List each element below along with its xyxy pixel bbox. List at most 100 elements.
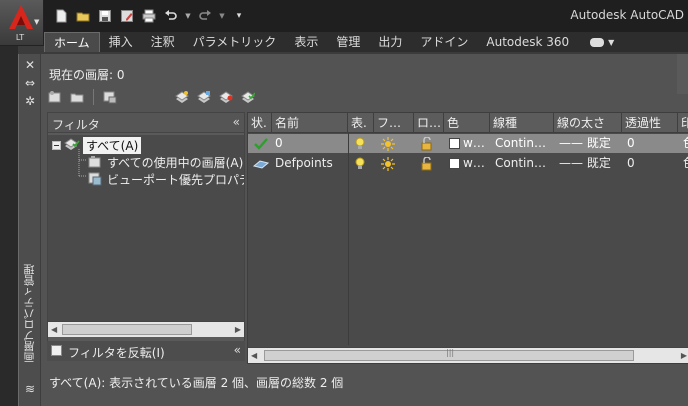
layer-toolbar	[174, 88, 256, 106]
invert-filter-row: フィルタを反転(I) «	[47, 341, 245, 361]
redo-icon[interactable]	[196, 7, 214, 25]
layer-color[interactable]: w…	[446, 134, 490, 153]
customize-icon[interactable]: ▾	[230, 7, 248, 25]
layer-count-status: すべて(A): 表示されている画層 2 個、画層の総数 2 個	[49, 376, 344, 390]
column-header-color[interactable]: 色	[444, 113, 490, 133]
filter-tree-node-label: すべての使用中の画層(A)	[107, 155, 244, 170]
scroll-right-icon[interactable]: ▶	[681, 351, 687, 360]
layer-plot-style[interactable]: 色	[680, 134, 688, 153]
layer-color[interactable]: w…	[446, 154, 490, 173]
chevron-down-icon: ▼	[34, 18, 40, 26]
auto-hide-icon[interactable]: ⇔	[23, 76, 37, 90]
collapse-filter-panel-icon[interactable]: «	[233, 115, 240, 129]
drawing-area-edge	[0, 46, 18, 406]
filter-panel-header: フィルタ «	[48, 113, 244, 133]
application-menu-button[interactable]: LT ▼	[0, 0, 44, 46]
chevron-down-icon[interactable]: ▼	[184, 7, 192, 25]
filter-horizontal-scrollbar[interactable]: ◀ ▶	[48, 321, 244, 337]
color-swatch	[449, 158, 460, 169]
layer-lineweight[interactable]: —— 既定	[556, 154, 622, 173]
unlocked-icon[interactable]	[418, 134, 444, 153]
layer-lineweight[interactable]: —— 既定	[556, 134, 622, 153]
column-header-plot-style[interactable]: 印	[678, 113, 688, 133]
layer-status-icon	[250, 154, 272, 173]
new-property-filter-icon[interactable]	[47, 89, 63, 105]
tab-manage[interactable]: 管理	[327, 32, 369, 52]
gear-icon[interactable]: ✲	[23, 94, 37, 108]
scroll-thumb[interactable]	[62, 324, 192, 335]
delete-layer-icon[interactable]	[218, 89, 234, 105]
autocad-window: ▼ ▼ ▾ Autodesk AutoCAD LT ▼ ホーム 挿入 注釈 パラ…	[0, 0, 688, 406]
new-group-filter-icon[interactable]	[69, 89, 85, 105]
filter-tree-node-used[interactable]: すべての使用中の画層(A)	[88, 154, 243, 170]
plot-icon[interactable]	[140, 7, 158, 25]
filter-tree-node-label: ビューポート優先プロパティ	[107, 172, 244, 187]
close-icon[interactable]: ✕	[23, 58, 37, 72]
save-icon[interactable]	[96, 7, 114, 25]
tab-output[interactable]: 出力	[369, 32, 411, 52]
column-header-transparency[interactable]: 透過性	[622, 113, 678, 133]
column-header-status[interactable]: 状.	[248, 113, 272, 133]
sun-thawed-icon[interactable]	[378, 134, 414, 153]
scroll-right-icon[interactable]: ▶	[235, 325, 241, 334]
filter-panel-title: フィルタ	[52, 118, 100, 132]
tab-parametric[interactable]: パラメトリック	[184, 32, 286, 52]
palette-body: 現在の画層: 0 フィルタ « すべて(A) すべての使用中の画層(A) ビュー…	[41, 54, 688, 406]
lightbulb-on-icon[interactable]	[352, 134, 374, 153]
grid-horizontal-scrollbar[interactable]: ◀ ||| ▶	[248, 347, 688, 363]
layer-name[interactable]: Defpoints	[272, 154, 348, 173]
ribbon-minimize-icon	[590, 37, 605, 47]
invert-filter-checkbox[interactable]	[51, 345, 62, 356]
sun-thawed-icon[interactable]	[378, 154, 414, 173]
lightbulb-on-icon[interactable]	[352, 154, 374, 173]
save-as-icon[interactable]	[118, 7, 136, 25]
invert-filter-label[interactable]: フィルタを反転(I)	[68, 344, 165, 361]
collapse-filter-panel-icon[interactable]: «	[234, 343, 241, 357]
filter-tree: すべて(A) すべての使用中の画層(A) ビューポート優先プロパティ	[48, 135, 244, 321]
unlocked-icon[interactable]	[418, 154, 444, 173]
table-row[interactable]: Defpoints w… Contin… —— 既定 0 色	[248, 154, 688, 173]
new-layer-icon[interactable]	[174, 89, 190, 105]
set-current-layer-icon[interactable]	[240, 89, 256, 105]
layer-transparency[interactable]: 0	[624, 134, 678, 153]
viewport-override-icon	[88, 172, 102, 186]
undo-icon[interactable]	[162, 7, 180, 25]
column-header-name[interactable]: 名前	[272, 113, 348, 133]
table-row[interactable]: 0 w… Contin… —— 既定 0 色	[248, 134, 688, 153]
filter-tree-node-viewport[interactable]: ビューポート優先プロパティ	[88, 171, 244, 187]
layer-transparency[interactable]: 0	[624, 154, 678, 173]
column-header-lineweight[interactable]: 線の太さ	[554, 113, 622, 133]
new-vp-frozen-layer-icon[interactable]	[196, 89, 212, 105]
layer-plot-style[interactable]: 色	[680, 154, 688, 173]
tab-autodesk-360[interactable]: Autodesk 360	[477, 32, 578, 52]
tab-insert[interactable]: 挿入	[100, 32, 142, 52]
open-icon[interactable]	[74, 7, 92, 25]
layer-name[interactable]: 0	[272, 134, 348, 153]
layer-linetype[interactable]: Contin…	[492, 134, 554, 153]
ribbon-display-toggle[interactable]: ▼	[578, 32, 614, 52]
color-name: w…	[463, 136, 485, 150]
quick-access-toolbar: ▼ ▼ ▾	[52, 6, 248, 26]
palette-edge-scrollbar[interactable]	[677, 54, 688, 94]
grid-header: 状. 名前 表. フ… ロ… 色 線種 線の太さ 透過性 印	[248, 113, 688, 133]
column-header-linetype[interactable]: 線種	[490, 113, 554, 133]
tab-home[interactable]: ホーム	[44, 32, 100, 52]
chevron-down-icon[interactable]: ▼	[218, 7, 226, 25]
new-icon[interactable]	[52, 7, 70, 25]
tab-annotate[interactable]: 注釈	[142, 32, 184, 52]
layer-list-grid: 状. 名前 表. フ… ロ… 色 線種 線の太さ 透過性 印 0	[247, 112, 688, 364]
scroll-left-icon[interactable]: ◀	[51, 325, 57, 334]
current-layer-label: 現在の画層: 0	[49, 68, 125, 82]
column-header-freeze[interactable]: フ…	[374, 113, 414, 133]
column-header-on[interactable]: 表.	[348, 113, 374, 133]
layer-stack-icon: ≋	[24, 382, 36, 396]
layer-states-manager-icon[interactable]	[102, 89, 118, 105]
palette-title-strip[interactable]: ✕ ⇔ ✲ 画層プロパティ管理 ≋	[19, 54, 41, 406]
tab-addins[interactable]: アドイン	[411, 32, 477, 52]
scroll-left-icon[interactable]: ◀	[251, 351, 257, 360]
layer-linetype[interactable]: Contin…	[492, 154, 554, 173]
color-swatch	[449, 138, 460, 149]
ribbon-tabs: ホーム 挿入 注釈 パラメトリック 表示 管理 出力 アドイン Autodesk…	[44, 32, 688, 52]
tab-view[interactable]: 表示	[285, 32, 327, 52]
column-header-lock[interactable]: ロ…	[414, 113, 444, 133]
